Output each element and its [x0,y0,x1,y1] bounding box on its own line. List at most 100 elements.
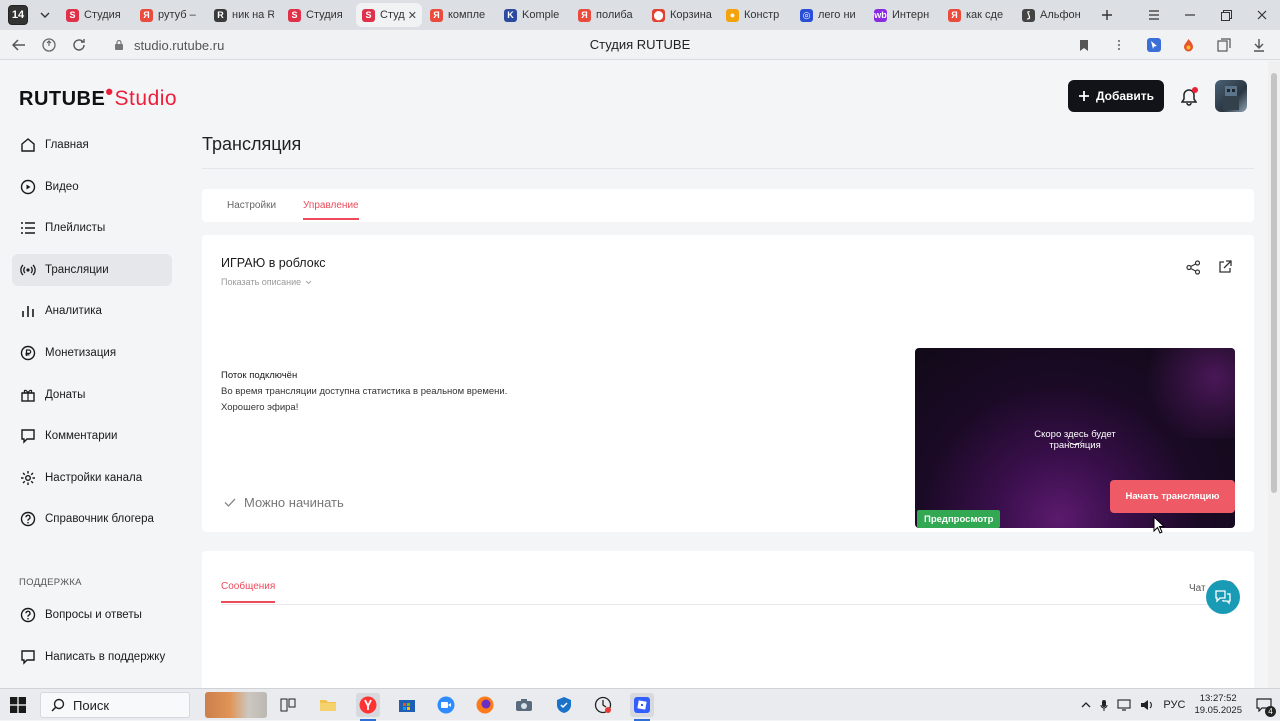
lock-icon [112,39,126,51]
messages-card: Сообщения Чат [202,551,1254,688]
scrollbar-thumb[interactable] [1271,73,1277,493]
microphone-icon[interactable] [1100,699,1108,712]
sidebar-item-broadcast[interactable]: Трансляции [12,253,172,286]
browser-tab[interactable]: ⬤ Корзина [646,3,718,27]
language-indicator[interactable]: РУС [1163,699,1185,711]
bookmark-icon[interactable] [1066,30,1101,60]
sidebar-item-settings[interactable]: Настройки канала [12,462,172,494]
browser-tab-strip: 14 S Студия Ярутуб – Rник на R S Студия S Студ ✕… [0,0,1280,30]
volume-icon[interactable] [1140,699,1154,711]
network-icon[interactable] [1117,699,1131,711]
more-dots-icon[interactable] [1101,30,1136,60]
money-icon [19,344,37,362]
store-icon[interactable] [395,693,419,717]
add-button-label: Добавить [1095,89,1155,103]
broadcast-icon [19,261,37,279]
sidebar-item-faq[interactable]: Вопросы и ответы [12,599,192,631]
show-description-toggle[interactable]: Показать описание [221,277,312,287]
stream-title: ИГРАЮ в роблокс [221,256,326,270]
url-field[interactable]: studio.rutube.ru [112,35,224,55]
reload-icon[interactable] [64,30,94,60]
tab-list-chevron-icon[interactable] [34,4,56,26]
browser-tab[interactable]: Якомпле [424,3,496,27]
sidebar-item-label: Вопросы и ответы [45,609,142,621]
rutube-studio-logo[interactable]: RUTUBE • Studio [19,79,177,111]
share-icon[interactable] [1184,258,1202,276]
roblox-studio-icon[interactable] [630,693,654,721]
downloads-icon[interactable] [1241,30,1276,60]
tab-favicon-icon: ⬤ [652,8,665,22]
sidebar-item-home[interactable]: Главная [12,129,172,161]
file-explorer-icon[interactable] [316,693,340,717]
browser-tab[interactable]: ◎ лего ни [794,3,866,27]
sidebar-item-analytics[interactable]: Аналитика [12,295,172,327]
sidebar-item-comments[interactable]: Комментарии [12,420,172,452]
task-view-icon[interactable] [276,693,300,717]
stream-status-text: Во время трансляции доступна статистика … [221,386,508,397]
analytics-icon [19,302,37,320]
restore-icon[interactable] [1208,0,1244,30]
tab-favicon-icon: ● [726,8,739,22]
open-external-icon[interactable] [1216,258,1234,276]
sidebar-item-donate[interactable]: Донаты [12,379,172,411]
sidebar-item-help[interactable]: Справочник блогера [12,503,172,535]
browser-tab[interactable]: S Студия [60,3,132,27]
browser-tab[interactable]: ● Констр [720,3,792,27]
search-highlight-image [205,692,267,718]
yandex-protect-icon[interactable] [34,30,64,60]
notification-center-icon[interactable]: 4 [1254,695,1276,717]
browser-tab[interactable]: K Komple [498,3,570,27]
zoom-icon[interactable] [434,693,458,717]
tab-count-button[interactable]: 14 [8,5,28,25]
avatar[interactable] [1215,80,1247,112]
taskbar-search[interactable]: Поиск [40,692,190,718]
show-description-label: Показать описание [221,277,302,287]
start-stream-button[interactable]: Начать трансляцию [1110,480,1235,513]
sidebar-item-message[interactable]: Написать в поддержку [12,641,192,673]
sidebar-item-money[interactable]: Монетизация [12,337,172,369]
cursor-extension-icon[interactable] [1136,30,1171,60]
browser-tab[interactable]: ⟆ Альфон [1016,3,1088,27]
tab-messages[interactable]: Сообщения [221,581,276,603]
tab-favicon-icon: S [288,8,301,22]
bell-icon[interactable] [1178,85,1200,109]
new-tab-button[interactable] [1096,4,1118,26]
yandex-browser-icon[interactable] [356,693,380,721]
sidebar-item-label: Настройки канала [45,471,143,484]
search-placeholder: Поиск [73,697,110,713]
browser-tab[interactable]: Ярутуб – [134,3,206,27]
browser-menu-icon[interactable] [1136,0,1172,30]
tab-favicon-icon: R [214,8,227,22]
clock[interactable]: 13:27:52 19.05.2025 [1194,693,1242,717]
chat-toggle-label: Чат [1189,583,1206,594]
tab-management[interactable]: Управление [303,200,359,220]
browser-tab[interactable]: S Студ ✕ [356,3,422,27]
recorder-icon[interactable] [591,693,615,717]
support-chat-button[interactable] [1206,580,1240,614]
browser-tab[interactable]: Якак сде [942,3,1014,27]
sidebar-item-label: Трансляции [45,263,109,276]
tray-chevron-up-icon[interactable] [1081,702,1091,708]
help-icon [19,510,37,528]
sidebar-item-video[interactable]: Видео [12,171,172,203]
firefox-icon[interactable] [473,693,497,717]
sidebar-item-label: Главная [45,139,89,151]
collections-icon[interactable] [1206,30,1241,60]
tab-favicon-icon: K [504,8,517,22]
extension-flame-icon[interactable] [1171,30,1206,60]
close-tab-icon[interactable]: ✕ [408,9,417,22]
back-arrow-icon[interactable] [4,30,34,60]
tab-settings[interactable]: Настройки [227,200,276,211]
browser-tab[interactable]: S Студия [282,3,354,27]
page-scrollbar[interactable] [1268,61,1280,688]
browser-tab[interactable]: Rник на R [208,3,280,27]
defender-icon[interactable] [552,693,576,717]
sidebar-item-playlist[interactable]: Плейлисты [12,212,172,244]
browser-tab[interactable]: wb Интерн [868,3,940,27]
camera-icon[interactable] [512,693,536,717]
close-window-icon[interactable] [1244,0,1280,30]
browser-tab[interactable]: Яполиба [572,3,644,27]
minimize-icon[interactable] [1172,0,1208,30]
add-button[interactable]: Добавить [1068,80,1164,112]
windows-start-icon[interactable] [10,697,26,713]
